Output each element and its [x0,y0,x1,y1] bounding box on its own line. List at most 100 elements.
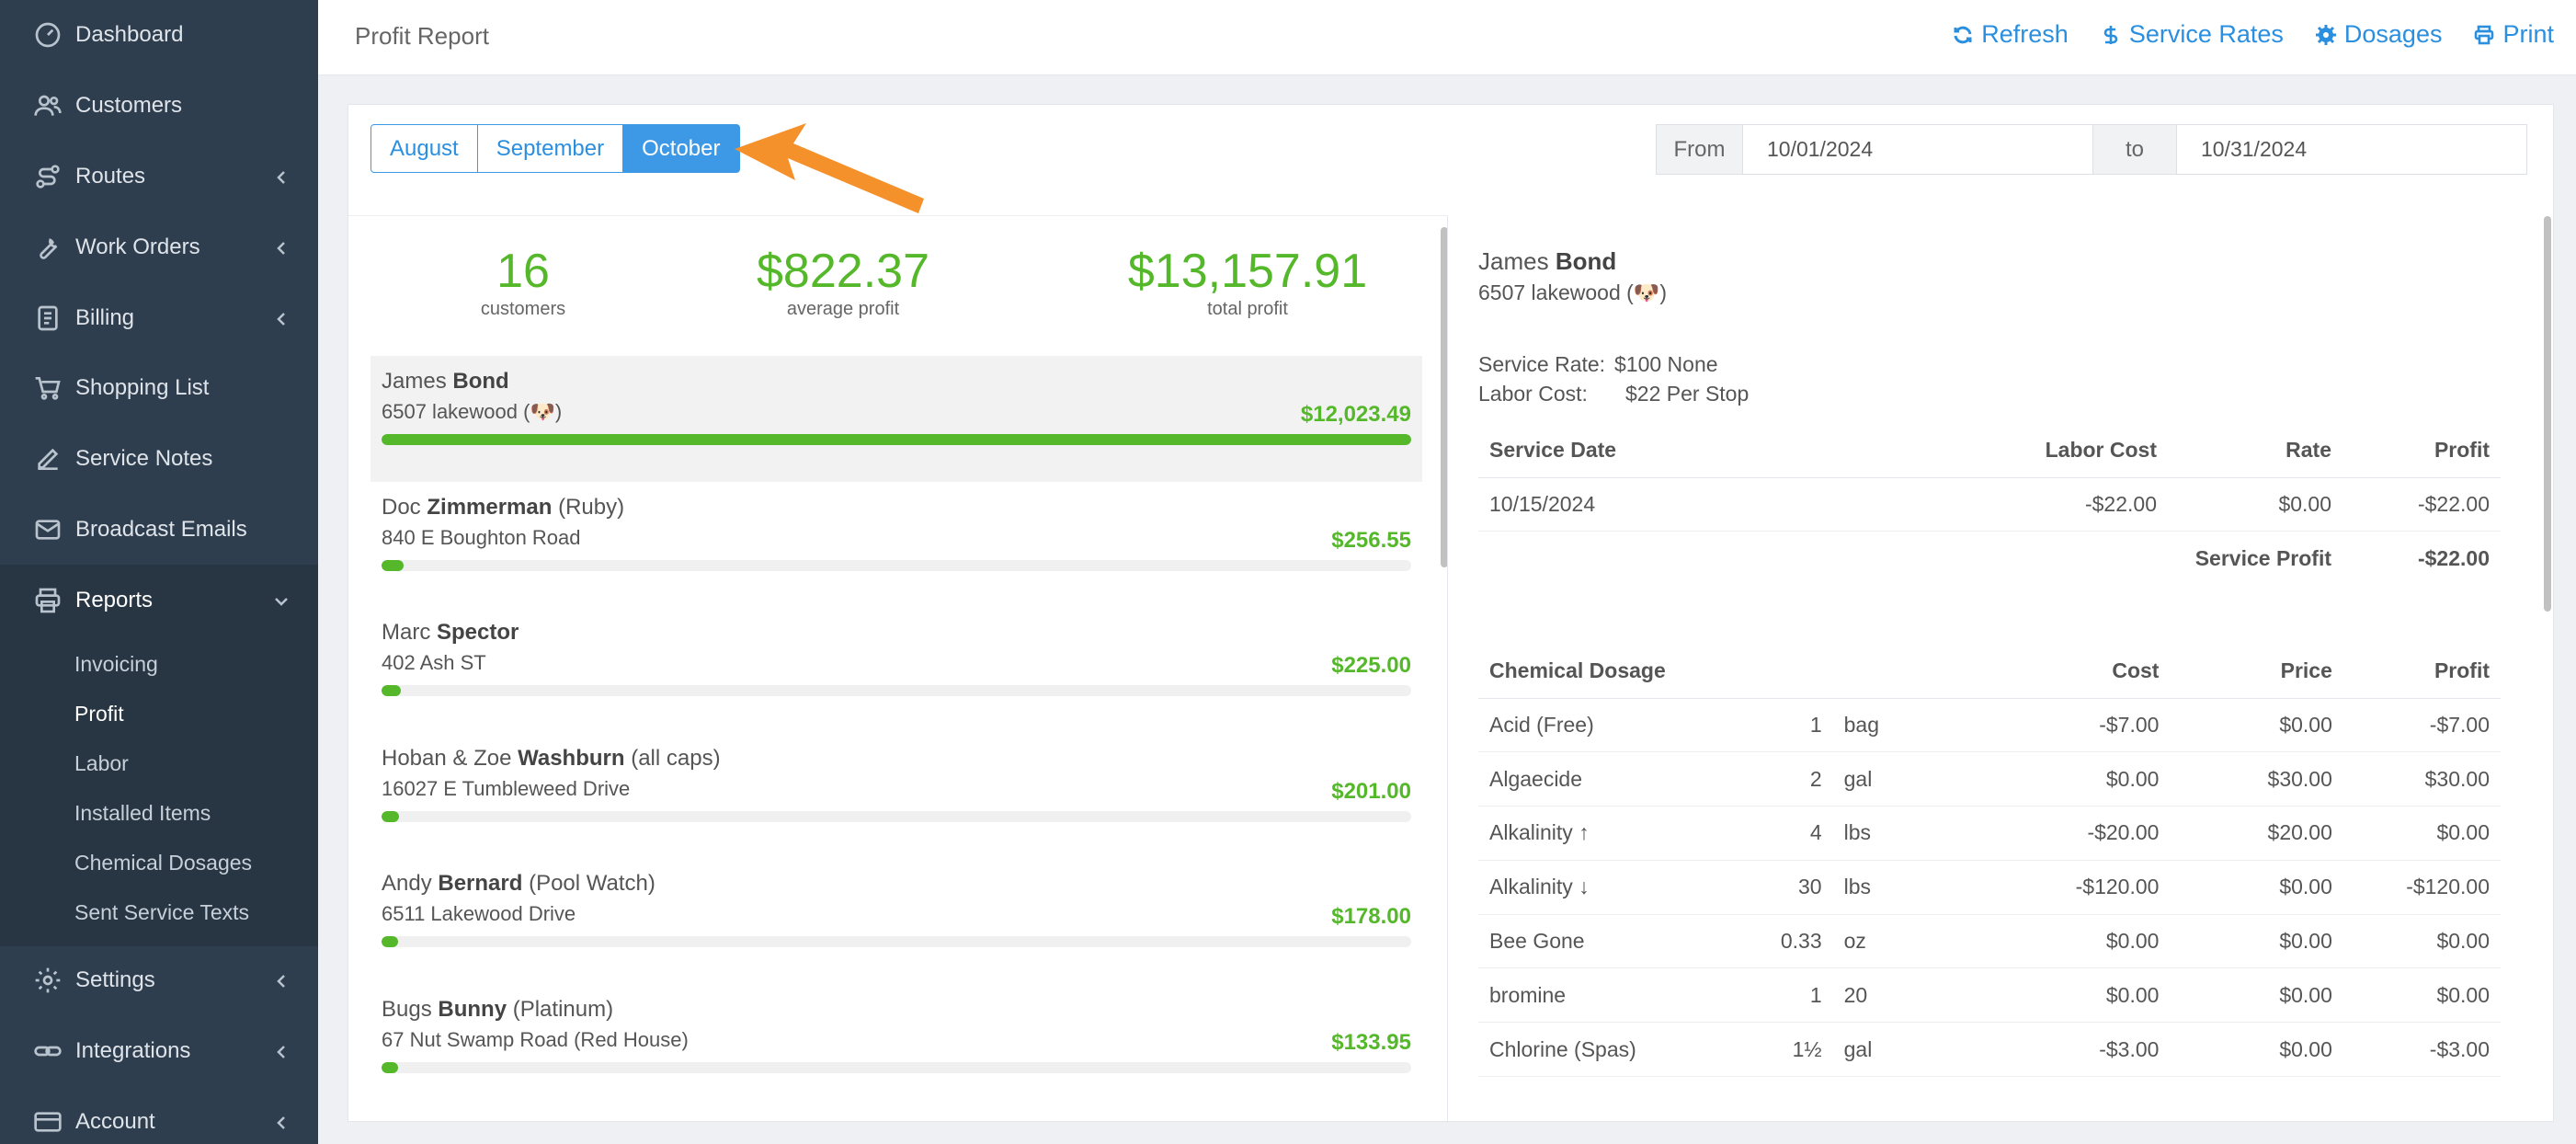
table-row: Alkalinity ↑ 4 lbs -$20.00 $20.00 $0.00 [1478,806,2501,861]
dollar-icon [2103,25,2118,44]
print-button[interactable]: Print [2473,20,2554,49]
chevron-left-icon [272,238,291,257]
customer-name: James Bond [382,369,509,394]
stat-total-profit: $13,157.91 total profit [1110,244,1385,320]
dosages-button[interactable]: Dosages [2315,20,2442,49]
service-profit-row: Service Profit -$22.00 [1478,532,2501,586]
profit-cell: -$7.00 [2342,698,2501,753]
service-rate-value: $100 None [1614,352,1718,376]
unit: bag [1832,698,1997,753]
profit-cell: $0.00 [2342,967,2501,1024]
cost-cell: -$3.00 [1996,1022,2171,1078]
profit-cell: -$22.00 [2342,477,2501,532]
customer-address: 16027 E Tumbleweed Drive [382,776,631,800]
sidebar-item-customers[interactable]: Customers [0,71,318,142]
customer-row[interactable]: James Bond 6507 lakewood (🐶) $12,023.49 [370,356,1422,482]
labor-cost: Labor Cost: $22 Per Stop [1478,382,1749,406]
customer-row[interactable]: Andy Bernard (Pool Watch) 6511 Lakewood … [370,858,1422,984]
submenu-item-labor[interactable]: Labor [0,738,318,788]
topbar: Profit Report Refresh Service Rates Dosa… [318,0,2576,75]
profit-bar [382,936,1411,948]
column-header: Profit [2342,424,2501,478]
detail-scrollbar[interactable] [2544,216,2551,612]
stat-label: total profit [1207,299,1288,319]
price-cell: $20.00 [2170,806,2343,861]
edit-icon [29,440,66,477]
customers-icon [29,87,66,124]
submenu-item-invoicing[interactable]: Invoicing [0,639,318,689]
quantity: 0.33 [1769,914,1833,969]
submenu-item-installed-items[interactable]: Installed Items [0,788,318,838]
quantity: 4 [1769,806,1833,861]
customer-address: 402 Ash ST [382,651,486,675]
column-header: Chemical Dosage [1478,645,1770,699]
sidebar-item-settings[interactable]: Settings [0,945,318,1016]
sidebar-item-account[interactable]: Account [0,1087,318,1144]
chevron-left-icon [272,309,291,327]
page-title: Profit Report [355,22,489,50]
sidebar-item-dashboard[interactable]: Dashboard [0,0,318,71]
price-cell: $30.00 [2170,751,2343,807]
customer-row[interactable]: Hoban & Zoe Washburn (all caps) 16027 E … [370,733,1422,859]
sidebar-item-work-orders[interactable]: Work Orders [0,212,318,282]
routes-icon [29,158,66,195]
profit-bar [382,810,1411,822]
stat-average-profit: $822.37 average profit [705,244,981,320]
sidebar-item-service-notes[interactable]: Service Notes [0,424,318,495]
month-button-september[interactable]: September [476,124,624,173]
customer-profit-panel: 16 customers $822.37 average profit $13,… [348,216,1448,1123]
customer-profit: $225.00 [1331,653,1411,679]
price-cell: $0.00 [2170,698,2343,753]
profit-bar-fill [382,936,398,948]
detail-customer-name: James Bond [1478,247,1617,275]
customer-name: Bugs Bunny (Platinum) [382,996,614,1022]
refresh-button[interactable]: Refresh [1952,20,2069,49]
chemical-name: Bee Gone [1478,914,1770,969]
dashboard-icon [29,17,66,53]
customer-row[interactable]: Bugs Bunny (Platinum) 67 Nut Swamp Road … [370,984,1422,1110]
sidebar-item-label: Shopping List [75,375,210,401]
submenu-item-chemical-dosages[interactable]: Chemical Dosages [0,838,318,887]
sidebar-item-label: Reports [75,587,154,612]
to-date-input[interactable]: 10/31/2024 [2177,125,2526,174]
envelope-icon [29,511,66,548]
column-header: Price [2170,645,2343,699]
chevron-left-icon [272,971,291,990]
customer-row[interactable]: Doc Zimmerman (Ruby) 840 E Boughton Road… [370,482,1422,608]
cost-cell: $0.00 [1996,914,2171,969]
chemical-name: bromine [1478,967,1770,1024]
profit-cell: $30.00 [2342,751,2501,807]
gear-icon [2315,24,2336,45]
price-cell: $0.00 [2170,1022,2343,1078]
sidebar-item-label: Integrations [75,1038,191,1064]
wrench-icon [29,229,66,266]
profit-bar [382,434,1411,445]
stat-label: average profit [786,299,900,319]
sidebar-item-label: Dashboard [75,22,184,48]
chemical-dosage-table: Chemical Dosage Cost Price Profit Acid (… [1478,645,2501,1078]
sidebar-item-label: Service Notes [75,446,213,472]
unit: lbs [1832,806,1997,861]
from-date-input[interactable]: 10/01/2024 [1743,125,2092,174]
chevron-left-icon [272,167,291,186]
sidebar-item-label: Billing [75,304,135,330]
sidebar-item-shopping-list[interactable]: Shopping List [0,353,318,424]
sidebar-item-reports[interactable]: Reports [0,565,318,636]
sidebar-item-broadcast-emails[interactable]: Broadcast Emails [0,495,318,566]
customer-row[interactable]: Marc Spector 402 Ash ST $225.00 [370,607,1422,733]
submenu-item-sent-service-texts[interactable]: Sent Service Texts [0,887,318,937]
stat-label: customers [480,299,566,319]
sidebar-item-integrations[interactable]: Integrations [0,1016,318,1087]
customer-name: Hoban & Zoe Washburn (all caps) [382,745,721,771]
sidebar-item-routes[interactable]: Routes [0,142,318,212]
service-rates-button[interactable]: Service Rates [2100,20,2284,49]
month-button-august[interactable]: August [370,124,478,173]
profit-bar [382,559,1411,571]
service-table: Service Date Labor Cost Rate Profit 10/1… [1478,424,2501,586]
quantity: 30 [1769,860,1833,915]
date-range: From 10/01/2024 to 10/31/2024 [1656,124,2527,175]
month-button-october[interactable]: October [622,124,740,173]
customer-list-scrollbar[interactable] [1441,227,1447,567]
submenu-item-profit[interactable]: Profit [0,689,318,738]
sidebar-item-billing[interactable]: Billing [0,282,318,353]
